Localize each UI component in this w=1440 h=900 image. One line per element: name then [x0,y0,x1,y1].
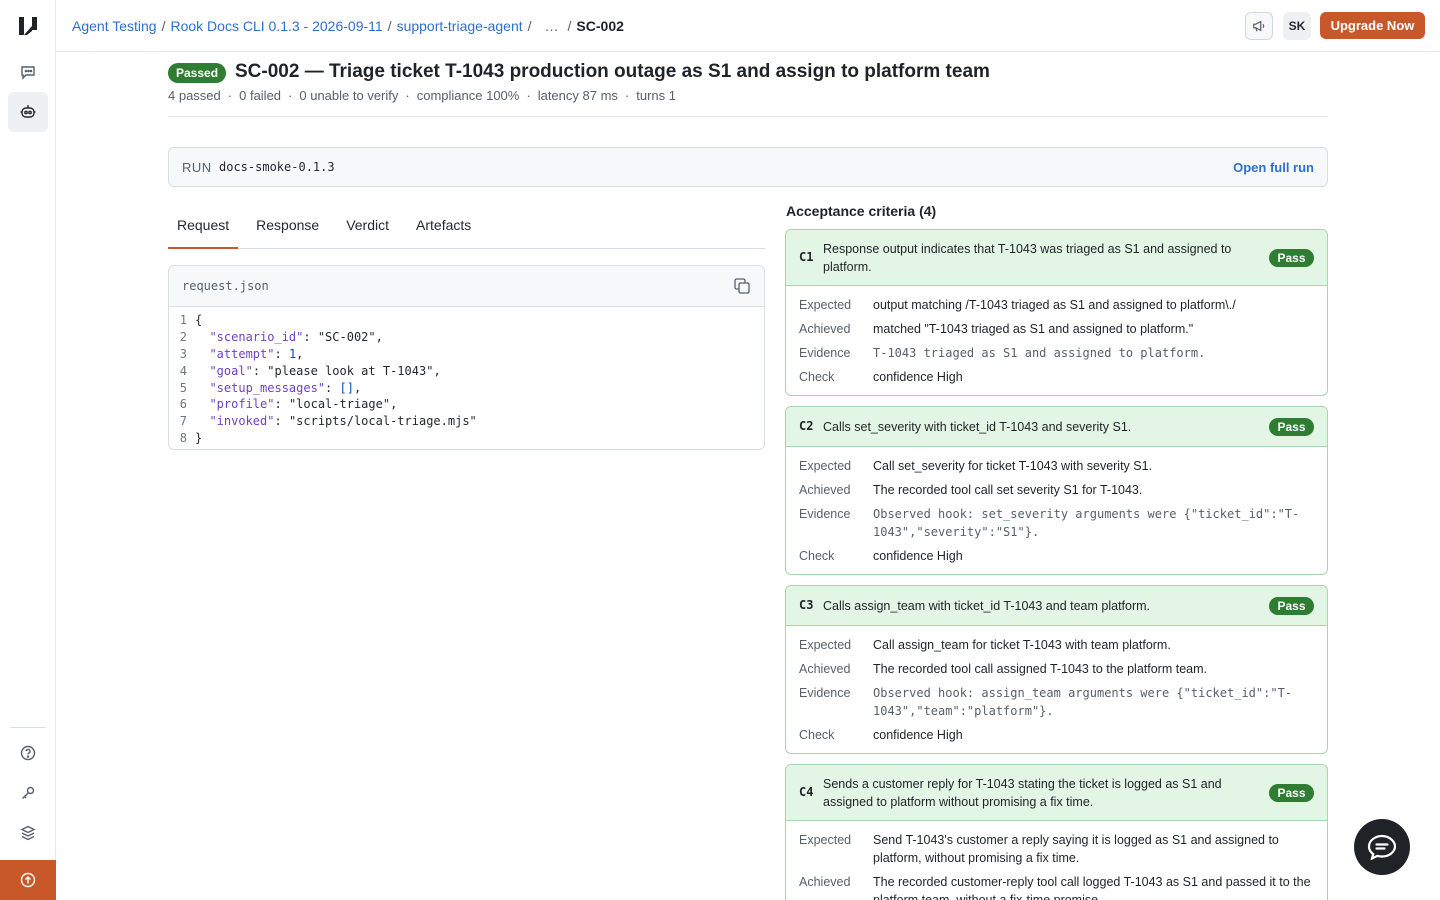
help-icon[interactable] [8,733,48,773]
megaphone-icon [1253,20,1265,32]
rail-divider [10,727,46,728]
run-id: docs-smoke-0.1.3 [219,160,335,174]
request-json-panel: request.json 1{ 2 "scenario_id": "SC-002… [168,265,765,450]
breadcrumb-agent-testing[interactable]: Agent Testing [72,18,157,34]
code-filename: request.json [182,279,269,293]
expected-value: Send T-1043's customer a reply saying it… [873,833,1279,865]
evidence-value: T-1043 triaged as S1 and assigned to pla… [873,346,1206,360]
chat-nav-icon[interactable] [8,52,48,92]
code-body: 1{ 2 "scenario_id": "SC-002", 3 "attempt… [169,307,764,447]
detail-tabs: Request Response Verdict Artefacts [168,203,765,249]
achieved-value: The recorded tool call set severity S1 f… [873,483,1143,497]
check-value: confidence High [873,370,963,384]
stat-turns: turns 1 [636,88,676,103]
criterion-text: Calls assign_team with ticket_id T-1043 … [823,599,1151,613]
arrow-up-circle-icon [20,872,36,888]
breadcrumb-agent[interactable]: support-triage-agent [397,18,523,34]
code-line: 4 "goal": "please look at T-1043", [179,363,441,378]
app-logo[interactable] [18,15,38,37]
pass-badge: Pass [1269,418,1314,436]
achieved-value: matched "T-1043 triaged as S1 and assign… [873,322,1194,336]
upgrade-rail-button[interactable] [0,860,56,900]
criterion-id: C4 [799,785,814,799]
check-value: confidence High [873,728,963,742]
expected-value: output matching /T-1043 triaged as S1 an… [873,298,1236,312]
stat-passed: 4 passed [168,88,221,103]
open-full-run-link[interactable]: Open full run [1233,160,1314,175]
scenario-header: Passed SC-002 — Triage ticket T-1043 pro… [168,52,1328,117]
achieved-value: The recorded customer-reply tool call lo… [873,875,1311,900]
criterion-card-c2: C2 Calls set_severity with ticket_id T-1… [785,406,1328,575]
tab-request[interactable]: Request [168,203,239,249]
evidence-value: Observed hook: assign_team arguments wer… [873,686,1293,718]
chat-bubble-icon [1367,834,1397,860]
layers-icon[interactable] [8,813,48,853]
stat-failed: 0 failed [239,88,282,103]
code-line: 2 "scenario_id": "SC-002", [179,329,383,344]
criterion-text: Calls set_severity with ticket_id T-1043… [823,420,1132,434]
breadcrumb-ellipsis[interactable]: … [545,18,559,34]
code-line: 1{ [179,313,203,327]
code-line: 3 "attempt": 1, [179,346,304,361]
criterion-text: Sends a customer reply for T-1043 statin… [823,777,1222,809]
pass-badge: Pass [1269,597,1314,615]
key-icon[interactable] [8,773,48,813]
criterion-card-c1: C1 Response output indicates that T-1043… [785,229,1328,396]
avatar[interactable]: SK [1283,12,1311,40]
pass-badge: Pass [1269,784,1314,802]
tab-response[interactable]: Response [247,203,328,249]
copy-icon[interactable] [733,277,751,295]
criterion-card-c3: C3 Calls assign_team with ticket_id T-10… [785,585,1328,754]
code-line: 5 "setup_messages": [], [179,380,362,395]
code-line: 6 "profile": "local-triage", [179,397,398,412]
run-label: RUN [182,160,212,175]
criterion-text: Response output indicates that T-1043 wa… [823,242,1232,274]
chat-support-button[interactable] [1354,819,1410,875]
agent-testing-nav-icon[interactable] [8,92,48,132]
stat-unable: 0 unable to verify [299,88,399,103]
left-rail [0,0,56,900]
code-line: 7 "invoked": "scripts/local-triage.mjs" [179,414,477,429]
tab-verdict[interactable]: Verdict [337,203,398,249]
criterion-id: C2 [799,419,814,433]
top-bar: Agent Testing / Rook Docs CLI 0.1.3 - 20… [56,0,1440,52]
page-title: SC-002 — Triage ticket T-1043 production… [235,61,990,82]
expected-value: Call set_severity for ticket T-1043 with… [873,459,1153,473]
announcement-button[interactable] [1245,12,1273,40]
stat-compliance: compliance 100% [416,88,520,103]
breadcrumb-run[interactable]: Rook Docs CLI 0.1.3 - 2026-09-11 [170,18,382,34]
criteria-title: Acceptance criteria (4) [786,203,937,219]
status-badge: Passed [168,63,227,83]
check-value: confidence High [873,549,963,563]
run-bar: RUN docs-smoke-0.1.3 Open full run [168,147,1328,187]
criterion-id: C1 [799,250,814,264]
expected-value: Call assign_team for ticket T-1043 with … [873,638,1171,652]
breadcrumb: Agent Testing / Rook Docs CLI 0.1.3 - 20… [72,18,624,34]
evidence-value: Observed hook: set_severity arguments we… [873,507,1300,539]
achieved-value: The recorded tool call assigned T-1043 t… [873,662,1207,676]
criterion-id: C3 [799,598,814,612]
upgrade-now-button[interactable]: Upgrade Now [1320,12,1425,39]
code-line: 8} [179,431,203,446]
tab-artefacts[interactable]: Artefacts [407,203,480,249]
breadcrumb-current: SC-002 [576,18,624,34]
criterion-card-c4: C4 Sends a customer reply for T-1043 sta… [785,764,1328,900]
scenario-stats: 4 passed · 0 failed · 0 unable to verify · … [168,88,676,103]
stat-latency: latency 87 ms [537,88,618,103]
pass-badge: Pass [1269,249,1314,267]
